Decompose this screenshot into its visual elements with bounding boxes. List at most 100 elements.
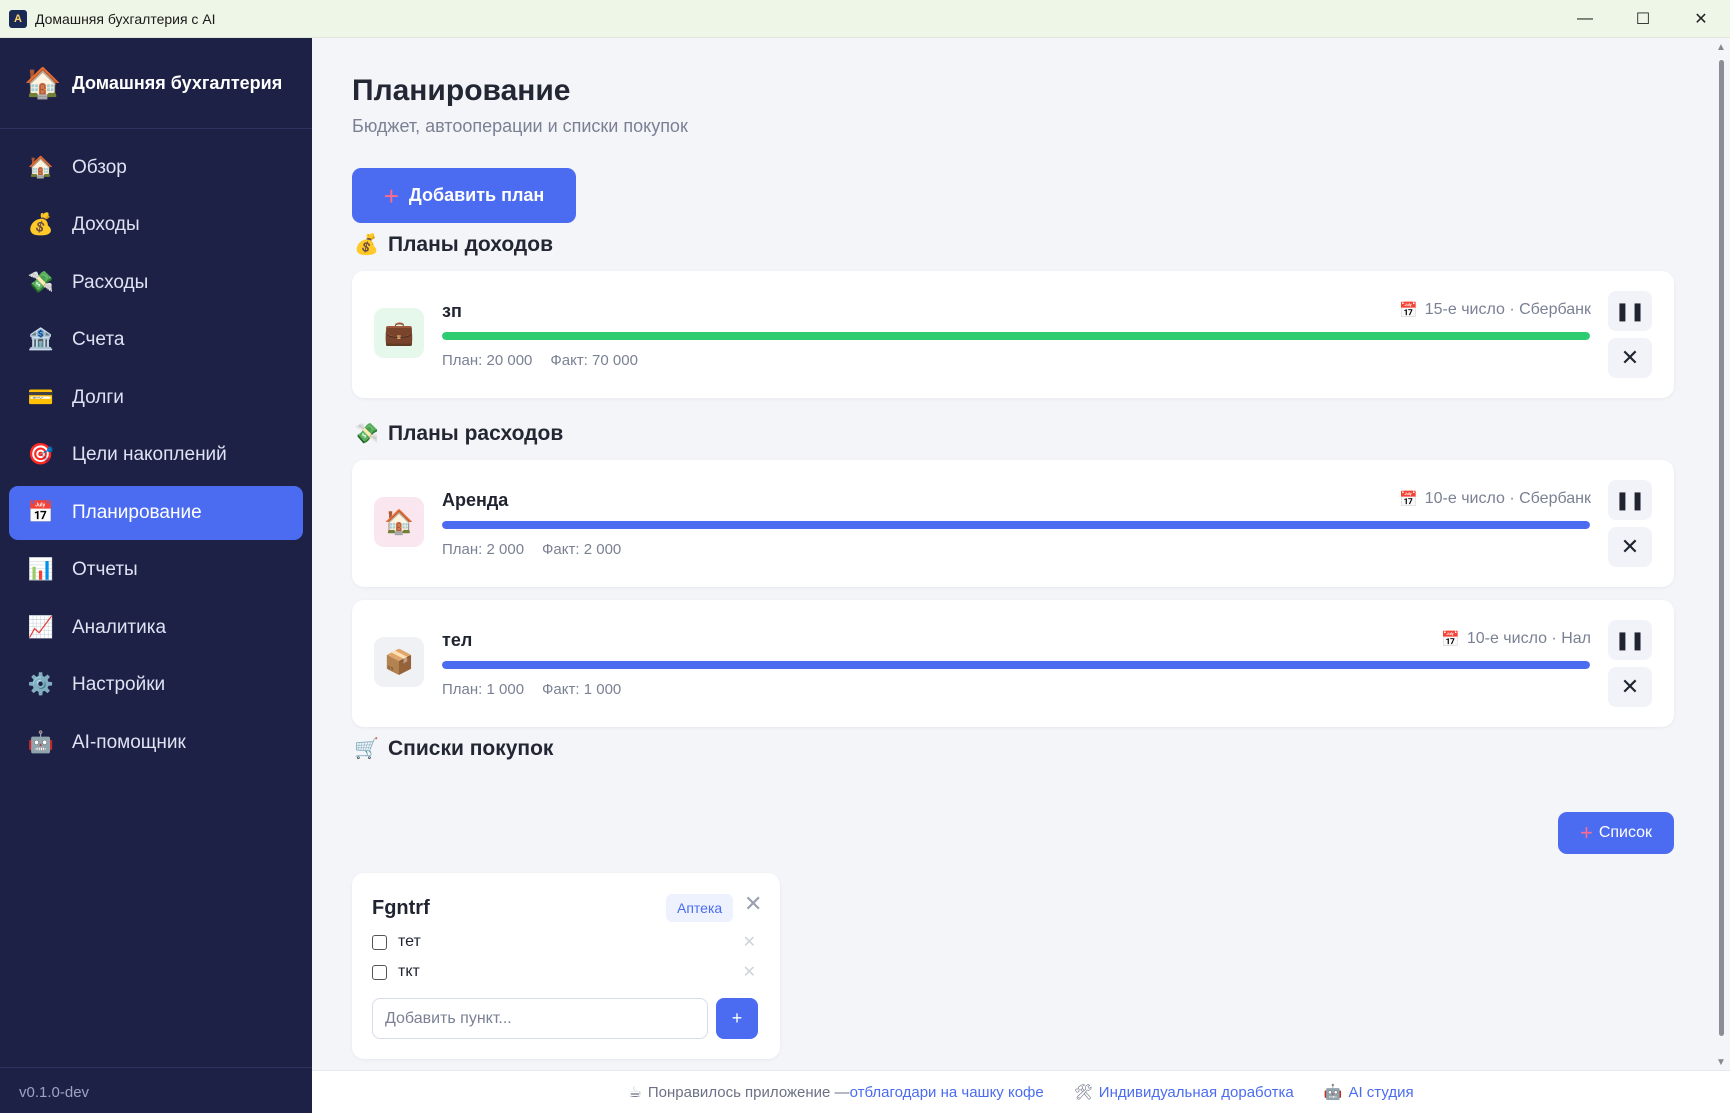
sidebar-item-1[interactable]: 💰 Доходы <box>9 198 303 252</box>
plan-category-icon: 📦 <box>374 637 424 687</box>
sidebar-item-6[interactable]: 📅 Планирование <box>9 485 303 540</box>
sidebar-nav: 🏠 Обзор 💰 Доходы 💸 Расходы 🏦 Счета 💳 Долги 🎯 Цели н… <box>0 129 312 770</box>
item-label: тет <box>398 933 421 950</box>
plan-amount: План: 1 000 <box>442 681 525 698</box>
sidebar-item-5[interactable]: 🎯 Цели накоплений <box>9 428 303 482</box>
brand[interactable]: 🏠 Домашняя бухгалтерия <box>0 38 312 129</box>
plan-schedule: 📅 15-е число · Сбербанк <box>1399 301 1591 319</box>
sidebar-item-label: Планирование <box>72 501 202 523</box>
coffee-text: Понравилось приложение — <box>647 1083 850 1101</box>
home-icon: 🏠 <box>27 155 55 179</box>
delete-plan-button[interactable]: ✕ <box>1608 667 1652 707</box>
fact-amount: Факт: 1 000 <box>542 681 622 698</box>
pause-button[interactable]: ❚❚ <box>1608 480 1652 520</box>
pause-button[interactable]: ❚❚ <box>1608 620 1652 660</box>
plan-schedule-text: 10-е число · Сбербанк <box>1424 490 1591 507</box>
plan-figures: План: 1 000 Факт: 1 000 <box>442 681 621 698</box>
sidebar-item-2[interactable]: 💸 Расходы <box>9 256 303 310</box>
trend-chart-icon: 📈 <box>27 615 55 639</box>
sidebar-item-10[interactable]: 🤖 AI-помощник <box>9 716 303 770</box>
bank-icon: 🏦 <box>27 328 55 351</box>
expense-section-title: 💸 Планы расходов <box>354 421 563 446</box>
maximize-button[interactable]: ☐ <box>1614 0 1672 38</box>
title-bar: A Домашняя бухгалтерия с AI — ☐ ✕ <box>0 0 1730 38</box>
scroll-down-arrow[interactable]: ▼ <box>1716 1057 1726 1068</box>
plan-figures: План: 2 000 Факт: 2 000 <box>442 541 621 558</box>
calendar-icon: 📅 <box>1399 491 1418 508</box>
money-bag-icon: 💰 <box>354 234 379 256</box>
app-version: v0.1.0-dev <box>19 1084 90 1101</box>
plan-figures: План: 20 000 Факт: 70 000 <box>442 352 638 369</box>
calendar-icon: 📅 <box>1399 302 1418 319</box>
plan-card: 📦 тел 📅 10-е число · Нал План: 1 000 Факт: 1 … <box>352 600 1674 727</box>
plus-icon: + <box>1579 820 1593 845</box>
sidebar-item-label: Настройки <box>72 674 166 695</box>
plan-name: тел <box>442 630 473 650</box>
plan-name: Аренда <box>442 490 509 510</box>
plan-schedule-text: 15-е число · Сбербанк <box>1424 301 1591 318</box>
plan-category-icon: 🏠 <box>374 497 424 547</box>
fact-amount: Факт: 2 000 <box>542 541 622 558</box>
sidebar-item-label: AI-помощник <box>72 731 186 753</box>
fact-amount: Факт: 70 000 <box>550 352 638 369</box>
item-checkbox[interactable] <box>372 964 387 980</box>
minimize-button[interactable]: — <box>1556 0 1614 38</box>
plan-name: зп <box>442 301 462 321</box>
sidebar-item-8[interactable]: 📈 Аналитика <box>9 601 303 655</box>
calendar-icon: 📅 <box>27 500 55 524</box>
shopping-list-title: Fgntrf <box>372 897 430 919</box>
add-list-button[interactable]: + Список <box>1558 812 1674 854</box>
item-checkbox[interactable] <box>372 934 387 950</box>
plan-amount: План: 20 000 <box>442 352 533 369</box>
money-wings-icon: 💸 <box>354 423 379 445</box>
bar-chart-icon: 📊 <box>27 558 55 581</box>
expense-section-label: Планы расходов <box>388 421 564 445</box>
delete-list-icon[interactable]: ✕ <box>744 891 762 917</box>
add-plan-label: Добавить план <box>408 185 545 205</box>
plan-progress-fill <box>442 661 1590 669</box>
coffee-link[interactable]: отблагодари на чашку кофе <box>850 1084 1044 1101</box>
gear-icon: ⚙️ <box>27 673 55 696</box>
ai-studio-link[interactable]: AI студия <box>1348 1084 1413 1101</box>
target-icon: 🎯 <box>27 443 55 466</box>
delete-plan-button[interactable]: ✕ <box>1608 527 1652 567</box>
footer: ☕ Понравилось приложение — отблагодари н… <box>312 1070 1730 1113</box>
add-plan-button[interactable]: + Добавить план <box>352 168 576 223</box>
delete-plan-button[interactable]: ✕ <box>1608 338 1652 378</box>
window-controls: — ☐ ✕ <box>1556 0 1730 38</box>
list-item: ткт ✕ <box>372 961 756 983</box>
shopping-section-label: Списки покупок <box>388 736 554 760</box>
pause-button[interactable]: ❚❚ <box>1608 291 1652 331</box>
plan-progress-bar <box>442 661 1590 669</box>
plan-schedule-text: 10-е число · Нал <box>1466 630 1591 647</box>
calendar-icon: 📅 <box>1441 631 1460 648</box>
custom-dev-link[interactable]: Индивидуальная доработка <box>1099 1084 1294 1101</box>
sidebar-item-0[interactable]: 🏠 Обзор <box>9 141 303 195</box>
sidebar-item-7[interactable]: 📊 Отчеты <box>9 543 303 597</box>
delete-item-icon[interactable]: ✕ <box>743 962 756 982</box>
sidebar: 🏠 Домашняя бухгалтерия 🏠 Обзор 💰 Доходы 💸 Рас… <box>0 38 312 1113</box>
close-window-button[interactable]: ✕ <box>1672 0 1730 38</box>
income-section-label: Планы доходов <box>388 232 553 256</box>
app-icon: A <box>9 9 27 28</box>
window-title: Домашняя бухгалтерия с AI <box>35 10 216 27</box>
plan-category-icon: 💼 <box>374 308 424 358</box>
home-icon: 🏠 <box>24 66 62 100</box>
plan-schedule: 📅 10-е число · Нал <box>1441 630 1591 648</box>
plan-card: 🏠 Аренда 📅 10-е число · Сбербанк План: 2 000… <box>352 460 1674 587</box>
sidebar-item-3[interactable]: 🏦 Счета <box>9 313 303 367</box>
sidebar-item-label: Цели накоплений <box>72 444 227 465</box>
scrollbar[interactable]: ▲ ▼ <box>1712 38 1730 1070</box>
scroll-up-arrow[interactable]: ▲ <box>1716 42 1726 53</box>
add-item-input[interactable]: Добавить пункт... <box>372 998 708 1039</box>
delete-item-icon[interactable]: ✕ <box>743 932 756 952</box>
scroll-thumb[interactable] <box>1719 60 1724 1036</box>
sidebar-item-4[interactable]: 💳 Долги <box>9 371 303 425</box>
coffee-icon: ☕ <box>628 1084 642 1101</box>
item-label: ткт <box>398 963 420 980</box>
add-item-button[interactable]: + <box>716 998 758 1039</box>
credit-card-icon: 💳 <box>27 385 55 409</box>
shopping-list-card: Fgntrf Аптека ✕ тет ✕ ткт ✕ Добавить пункт.… <box>352 873 780 1059</box>
sidebar-item-9[interactable]: ⚙️ Настройки <box>9 658 303 712</box>
brand-name: Домашняя бухгалтерия <box>72 72 283 93</box>
